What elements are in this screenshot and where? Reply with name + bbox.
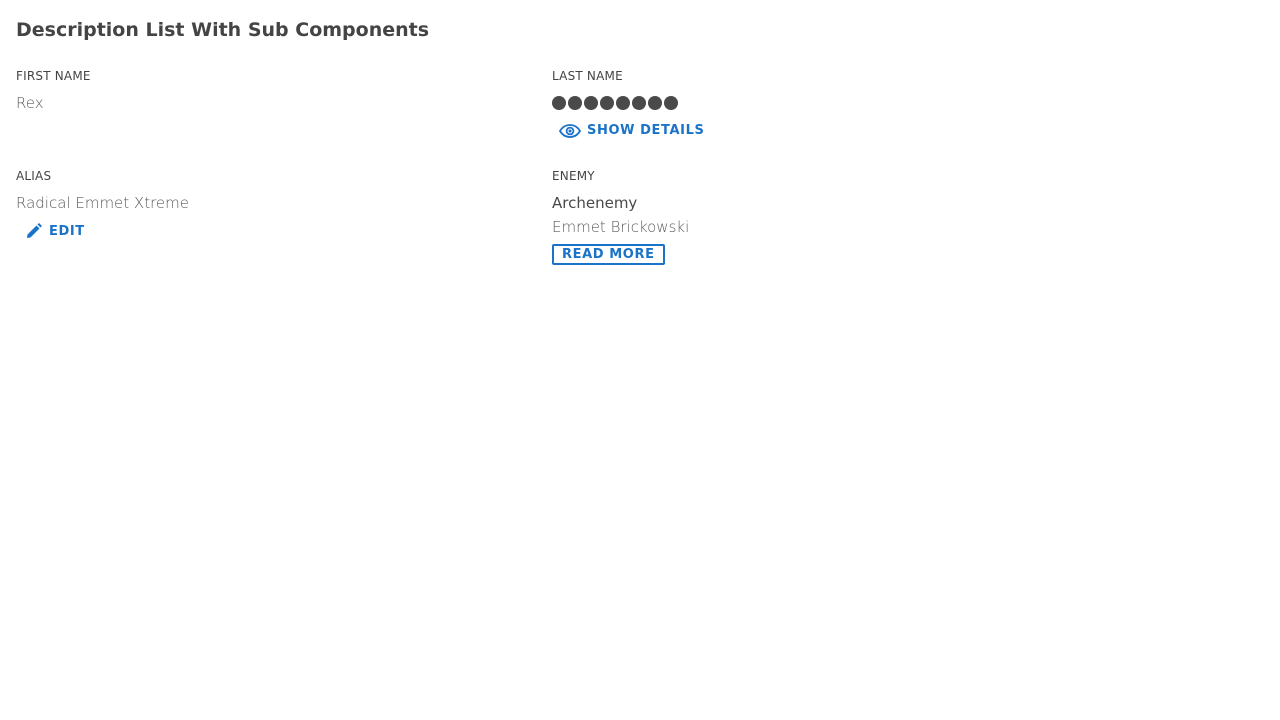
read-more-button[interactable]: READ MORE [552, 244, 665, 265]
eye-icon [559, 123, 581, 138]
dl-item-alias: ALIAS Radical Emmet Xtreme EDIT [16, 169, 189, 243]
dl-item-first-name: FIRST NAME Rex [16, 69, 91, 112]
masked-dot [648, 96, 662, 110]
first-name-label: FIRST NAME [16, 69, 91, 83]
pencil-icon [25, 223, 43, 239]
dl-item-last-name: LAST NAME SHOW DETAILS [552, 69, 704, 142]
enemy-label: ENEMY [552, 169, 595, 183]
enemy-value: Emmet Brickowski [552, 218, 690, 236]
masked-dot [632, 96, 646, 110]
last-name-label: LAST NAME [552, 69, 623, 83]
dl-item-enemy: ENEMY Archenemy Emmet Brickowski READ MO… [552, 169, 689, 265]
show-details-button[interactable]: SHOW DETAILS [559, 123, 704, 138]
enemy-subheading: Archenemy [552, 194, 638, 212]
edit-label: EDIT [49, 223, 85, 239]
masked-dot [600, 96, 614, 110]
alias-label: ALIAS [16, 169, 52, 183]
masked-dot [664, 96, 678, 110]
last-name-masked-value [552, 94, 704, 112]
show-details-label: SHOW DETAILS [587, 123, 705, 138]
masked-dot [568, 96, 582, 110]
first-name-value: Rex [16, 94, 44, 112]
page: Description List With Sub Components FIR… [0, 0, 1280, 720]
masked-dot [584, 96, 598, 110]
masked-dot [552, 96, 566, 110]
page-title: Description List With Sub Components [16, 19, 430, 41]
alias-value: Radical Emmet Xtreme [16, 194, 189, 212]
edit-button[interactable]: EDIT [25, 223, 85, 239]
masked-dot [616, 96, 630, 110]
